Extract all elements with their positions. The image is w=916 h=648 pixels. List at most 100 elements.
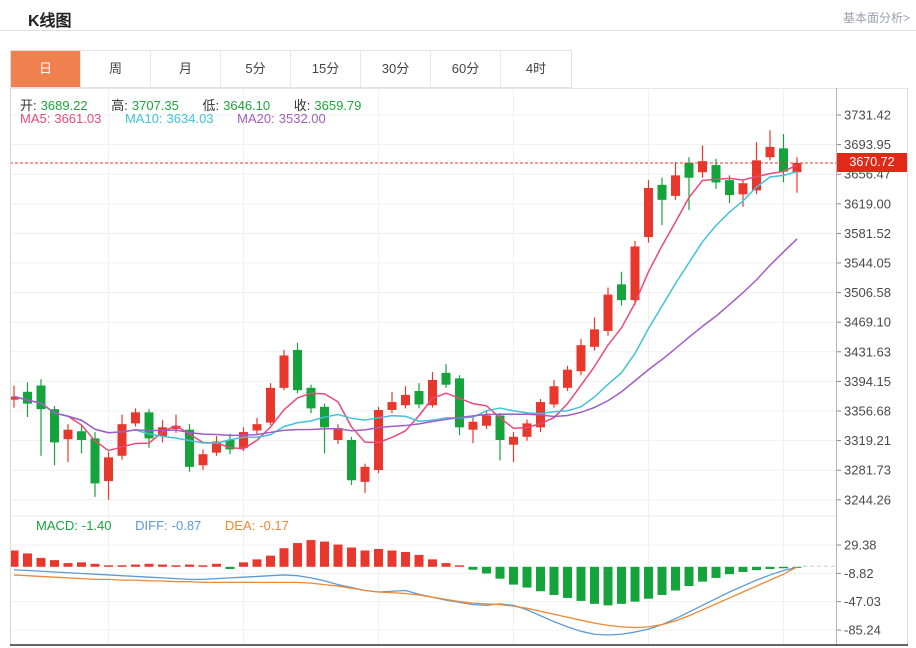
- macd-hist-bar: [766, 567, 775, 569]
- macd-hist-bar: [509, 567, 518, 585]
- price-tick-label: 3731.42: [844, 108, 891, 123]
- macd-hist-bar: [536, 567, 545, 591]
- macd-hist-bar: [23, 553, 32, 566]
- kline-chart-canvas[interactable]: 3731.423693.953656.473619.003581.523544.…: [10, 88, 908, 646]
- macd-hist-bar: [239, 562, 248, 566]
- macd-hist-bar: [779, 567, 788, 568]
- macd-hist-bar: [401, 552, 410, 567]
- macd-hist-bar: [469, 567, 478, 570]
- tab-month[interactable]: 月: [151, 51, 221, 87]
- candle-body: [509, 437, 518, 445]
- candle-body: [793, 163, 802, 172]
- macd-hist-bar: [712, 567, 721, 578]
- candle-body: [64, 430, 73, 439]
- price-tick-label: 3581.52: [844, 226, 891, 241]
- macd-hist-bar: [77, 562, 86, 566]
- price-tick-label: 3506.58: [844, 285, 891, 300]
- macd-hist-bar: [590, 567, 599, 604]
- macd-hist-bar: [361, 550, 370, 566]
- macd-hist-bar: [658, 567, 667, 595]
- timeframe-tabbar: 日周月5分15分30分60分4时: [10, 50, 572, 88]
- candle-body: [631, 246, 640, 300]
- candle-body: [550, 386, 559, 404]
- price-tick-label: 3469.10: [844, 315, 891, 330]
- macd-hist-bar: [212, 564, 221, 567]
- fundamental-analysis-link[interactable]: 基本面分析>: [843, 9, 910, 26]
- candle-body: [104, 457, 113, 481]
- candle-body: [266, 388, 275, 423]
- candle-body: [253, 424, 262, 430]
- price-tick-label: 3319.21: [844, 433, 891, 448]
- candle-body: [91, 438, 100, 483]
- price-tick-label: 3281.73: [844, 463, 891, 478]
- candle-body: [604, 295, 613, 331]
- candle-body: [644, 188, 653, 237]
- macd-tick-label: -85.24: [844, 623, 881, 638]
- macd-hist-bar: [388, 550, 397, 566]
- tab-60min[interactable]: 60分: [431, 51, 501, 87]
- candle-body: [563, 370, 572, 388]
- candle-body: [739, 183, 748, 194]
- macd-hist-bar: [671, 567, 680, 591]
- price-tick-label: 3544.05: [844, 256, 891, 271]
- candle-body: [523, 423, 532, 436]
- candle-body: [469, 422, 478, 430]
- macd-hist-bar: [334, 545, 343, 567]
- macd-hist-bar: [347, 548, 356, 567]
- macd-hist-bar: [482, 567, 491, 574]
- candle-body: [617, 284, 626, 300]
- candle-body: [685, 163, 694, 178]
- candle-body: [199, 454, 208, 465]
- candle-body: [118, 424, 127, 456]
- macd-tick-label: -47.03: [844, 594, 881, 609]
- macd-hist-bar: [644, 567, 653, 599]
- macd-hist-bar: [320, 542, 329, 567]
- macd-hist-bar: [293, 543, 302, 567]
- candle-body: [482, 415, 491, 425]
- macd-hist-bar: [307, 540, 316, 567]
- macd-hist-bar: [10, 550, 19, 566]
- candle-body: [77, 431, 86, 440]
- candle-body: [347, 440, 356, 480]
- candle-body: [401, 395, 410, 405]
- macd-hist-bar: [415, 555, 424, 567]
- candle-body: [361, 467, 370, 482]
- macd-tick-label: 29.38: [844, 538, 877, 553]
- macd-hist-bar: [172, 565, 181, 566]
- candle-body: [293, 350, 302, 390]
- macd-hist-bar: [226, 567, 235, 569]
- price-tick-label: 3356.68: [844, 404, 891, 419]
- candle-body: [577, 345, 586, 371]
- candle-body: [496, 415, 505, 439]
- candle-body: [779, 148, 788, 171]
- macd-hist-bar: [91, 564, 100, 567]
- candle-body: [658, 185, 667, 200]
- macd-tick-label: -8.82: [844, 566, 874, 581]
- macd-hist-bar: [550, 567, 559, 595]
- price-tick-label: 3394.15: [844, 374, 891, 389]
- candle-body: [23, 392, 32, 404]
- macd-hist-bar: [604, 567, 613, 606]
- tab-day[interactable]: 日: [11, 51, 81, 87]
- candle-body: [307, 388, 316, 409]
- tab-15min[interactable]: 15分: [291, 51, 361, 87]
- price-tick-label: 3244.26: [844, 492, 891, 507]
- candle-body: [280, 355, 289, 387]
- tab-5min[interactable]: 5分: [221, 51, 291, 87]
- tab-4hour[interactable]: 4时: [501, 51, 571, 87]
- candle-body: [590, 329, 599, 346]
- macd-hist-bar: [374, 549, 383, 567]
- macd-hist-bar: [131, 565, 140, 567]
- macd-hist-bar: [577, 567, 586, 601]
- tab-30min[interactable]: 30分: [361, 51, 431, 87]
- candle-body: [388, 402, 397, 410]
- macd-hist-bar: [280, 548, 289, 567]
- price-tick-label: 3693.95: [844, 137, 891, 152]
- macd-hist-bar: [266, 556, 275, 567]
- macd-hist-bar: [145, 564, 154, 567]
- macd-hist-bar: [725, 567, 734, 574]
- page-title: K线图: [28, 7, 72, 31]
- tab-week[interactable]: 周: [81, 51, 151, 87]
- macd-hist-bar: [118, 565, 127, 566]
- candle-body: [766, 147, 775, 157]
